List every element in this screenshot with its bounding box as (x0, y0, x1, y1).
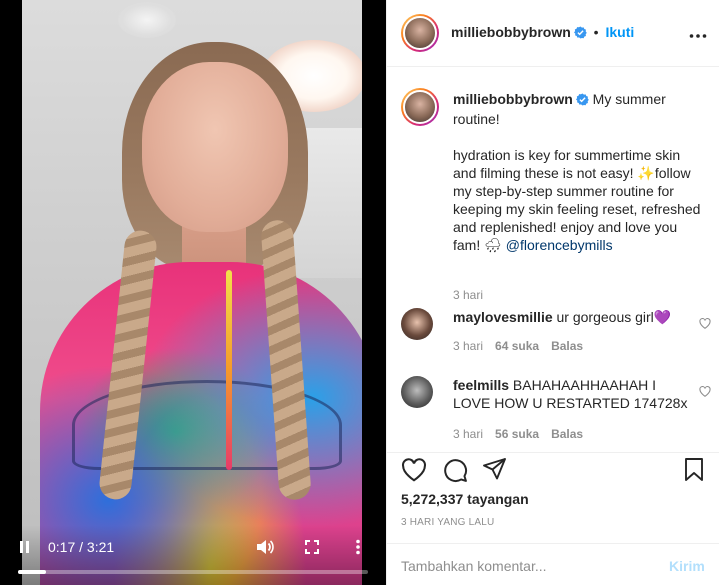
comment-age: 3 hari (453, 339, 484, 353)
caption-avatar-image (403, 90, 437, 124)
commenter-avatar-image (401, 308, 433, 340)
view-count[interactable]: 5,272,337 tayangan (401, 491, 529, 507)
comment-text: feelmills BAHAHAAHHAAHAH I LOVE HOW U RE… (453, 376, 693, 412)
video-frame (22, 0, 362, 585)
caption-username[interactable]: milliebobbybrown (453, 91, 573, 107)
comment-likes[interactable]: 64 suka (495, 339, 539, 353)
verified-badge-icon (575, 92, 589, 110)
volume-icon[interactable] (256, 539, 274, 558)
video-controls: 0:17 / 3:21 (0, 539, 386, 557)
time-display: 0:17 / 3:21 (48, 539, 115, 555)
like-heart-icon[interactable] (401, 458, 427, 485)
ceiling-vent (118, 2, 176, 38)
comment-bubble-icon[interactable] (443, 458, 468, 486)
author-avatar[interactable] (401, 14, 439, 52)
video-player[interactable]: 0:17 / 3:21 (0, 0, 386, 585)
author-avatar-image (403, 16, 437, 50)
caption-age: 3 hari (453, 288, 484, 302)
header-author-line: milliebobbybrown • Ikuti (451, 24, 634, 42)
comment-likes[interactable]: 56 suka (495, 427, 539, 441)
post-header: milliebobbybrown • Ikuti (387, 0, 719, 67)
more-options-icon[interactable] (689, 26, 707, 42)
commenter-avatar-image (401, 376, 433, 408)
save-bookmark-icon[interactable] (683, 458, 705, 485)
verified-badge-icon (573, 26, 587, 42)
add-comment-bar: Kirim (387, 543, 719, 585)
reply-button[interactable]: Balas (551, 427, 583, 441)
like-comment-heart-icon[interactable] (699, 316, 711, 332)
caption-mention-link[interactable]: @florencebymills (506, 237, 613, 253)
video-progress-fill (18, 570, 46, 574)
face (142, 62, 288, 232)
pause-icon[interactable] (19, 541, 31, 553)
separator-dot: • (593, 24, 599, 40)
post-comment-button[interactable]: Kirim (669, 558, 705, 574)
comment-meta: 3 hari 64 suka Balas (453, 339, 583, 353)
share-paper-plane-icon[interactable] (483, 458, 507, 483)
header-username[interactable]: milliebobbybrown (451, 24, 571, 40)
video-progress-bar[interactable] (18, 570, 368, 574)
hoodie-cord (226, 270, 232, 470)
comment-text: maylovesmillie ur gorgeous girl💜 (453, 308, 693, 326)
comment-username[interactable]: feelmills (453, 377, 509, 393)
comment-age: 3 hari (453, 427, 484, 441)
commenter-avatar[interactable] (401, 376, 433, 408)
fullscreen-icon[interactable] (305, 540, 319, 557)
comment-input[interactable] (401, 556, 641, 576)
post-date[interactable]: 3 HARI YANG LALU (401, 517, 494, 528)
comment-username[interactable]: maylovesmillie (453, 309, 553, 325)
commenter-avatar[interactable] (401, 308, 433, 340)
caption: milliebobbybrown My summer routine! hydr… (401, 88, 703, 302)
comments-list[interactable]: milliebobbybrown My summer routine! hydr… (387, 68, 719, 452)
caption-text: milliebobbybrown My summer routine! hydr… (453, 90, 703, 254)
comment-body: ur gorgeous girl💜 (556, 309, 672, 325)
follow-button[interactable]: Ikuti (605, 24, 634, 40)
post-actions: 5,272,337 tayangan 3 HARI YANG LALU Kiri… (387, 452, 719, 585)
post-side-panel: milliebobbybrown • Ikuti milliebobbybrow… (386, 0, 719, 585)
caption-avatar[interactable] (401, 88, 439, 126)
reply-button[interactable]: Balas (551, 339, 583, 353)
more-vertical-icon[interactable] (355, 539, 361, 558)
comment-item: maylovesmillie ur gorgeous girl💜 3 hari 6… (401, 308, 711, 358)
like-comment-heart-icon[interactable] (699, 384, 711, 400)
comment-meta: 3 hari 56 suka Balas (453, 427, 583, 441)
comment-item: feelmills BAHAHAAHHAAHAH I LOVE HOW U RE… (401, 376, 711, 446)
